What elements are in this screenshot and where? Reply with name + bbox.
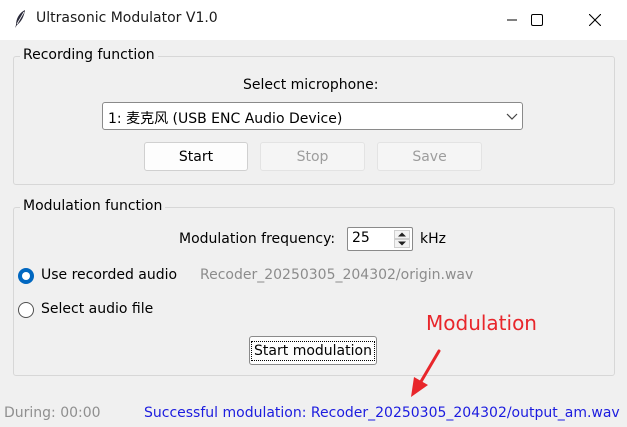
maximize-button[interactable]	[514, 0, 560, 40]
use-recorded-audio-label[interactable]: Use recorded audio	[41, 267, 177, 283]
save-recording-label: Save	[412, 148, 447, 165]
annotation-arrow-icon	[411, 349, 441, 397]
close-icon	[589, 14, 601, 26]
stop-recording-label: Stop	[296, 148, 329, 165]
maximize-icon	[531, 14, 543, 26]
frequency-spinbox[interactable]: 25	[347, 227, 413, 251]
recording-group-title: Recording function	[20, 47, 158, 63]
recorded-audio-path: Recoder_20250305_204302/origin.wav	[200, 267, 474, 283]
window-title: Ultrasonic Modulator V1.0	[36, 10, 218, 26]
modulation-group-title: Modulation function	[20, 198, 166, 214]
frequency-unit: kHz	[420, 231, 446, 247]
duration-status: During: 00:00	[4, 405, 101, 421]
use-recorded-audio-radio[interactable]	[18, 268, 34, 284]
start-modulation-button[interactable]: Start modulation	[249, 336, 377, 365]
frequency-value: 25	[352, 230, 370, 246]
start-recording-label: Start	[178, 148, 214, 165]
spinbox-arrows-icon[interactable]	[394, 230, 410, 248]
chevron-down-icon	[506, 113, 518, 120]
modulation-status-message: Successful modulation: Recoder_20250305_…	[144, 405, 620, 421]
stop-recording-button[interactable]: Stop	[260, 142, 365, 171]
select-microphone-label: Select microphone:	[243, 77, 379, 93]
start-recording-button[interactable]: Start	[144, 142, 248, 171]
save-recording-button[interactable]: Save	[377, 142, 482, 171]
title-bar[interactable]: Ultrasonic Modulator V1.0	[0, 0, 627, 40]
select-audio-file-label[interactable]: Select audio file	[41, 301, 153, 317]
microphone-select[interactable]: 1: 麦克风 (USB ENC Audio Device)	[102, 102, 523, 130]
start-modulation-label: Start modulation	[251, 340, 375, 361]
modulation-frequency-label: Modulation frequency:	[179, 231, 336, 247]
close-button[interactable]	[572, 0, 618, 40]
select-audio-file-radio[interactable]	[18, 302, 34, 318]
microphone-select-value: 1: 麦克风 (USB ENC Audio Device)	[108, 111, 343, 127]
feather-icon	[15, 10, 25, 28]
modulation-annotation: Modulation	[426, 311, 537, 335]
